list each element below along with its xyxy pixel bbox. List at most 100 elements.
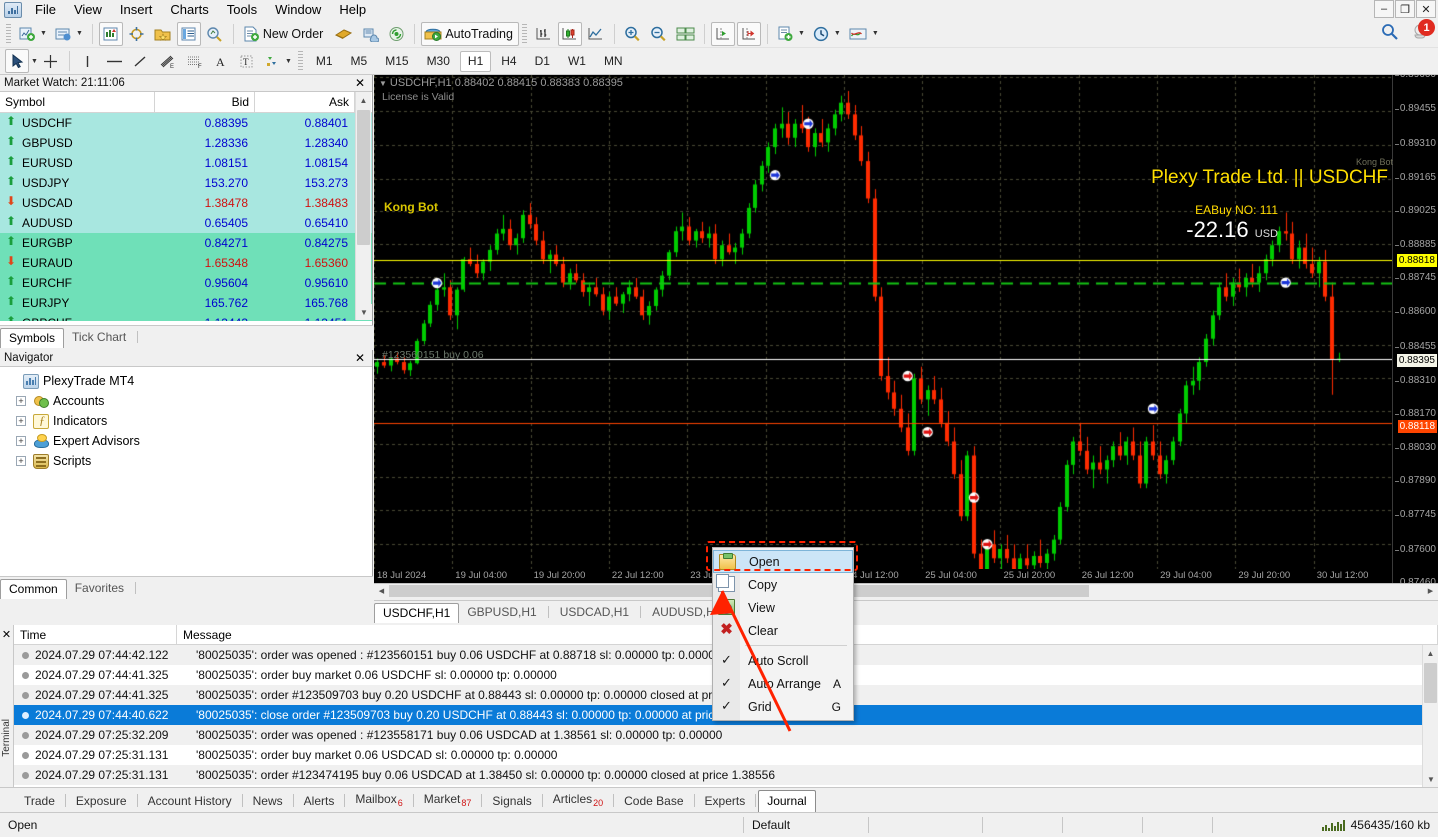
- terminal-tab-mailbox[interactable]: Mailbox6: [347, 789, 410, 812]
- menu-charts[interactable]: Charts: [161, 0, 217, 20]
- terminal-tab-articles[interactable]: Articles20: [545, 789, 611, 812]
- toolbar-grip[interactable]: [521, 23, 527, 44]
- candlestick-chart-button[interactable]: [557, 21, 582, 46]
- label-tool[interactable]: T: [235, 49, 259, 73]
- new-order-button[interactable]: New Order: [240, 22, 329, 46]
- tab-symbols[interactable]: Symbols: [0, 328, 65, 348]
- autotrading-button[interactable]: AutoTrading: [421, 21, 519, 46]
- market-watch-row[interactable]: EURCHF 0.95604 0.95610: [0, 273, 372, 293]
- tile-windows-button[interactable]: [673, 22, 698, 46]
- chart-shift-button[interactable]: [710, 21, 735, 46]
- text-tool[interactable]: A: [209, 49, 233, 73]
- terminal-tab-exposure[interactable]: Exposure: [68, 791, 135, 812]
- context-menu-item-auto-arrange[interactable]: ✓ Auto Arrange A: [713, 672, 853, 695]
- magnifier-icon[interactable]: [1380, 22, 1400, 42]
- navigator-root[interactable]: PlexyTrade MT4: [6, 371, 372, 391]
- journal-context-menu[interactable]: Open Copy View ✖ Clear ✓ Auto Scroll ✓ A…: [712, 547, 854, 721]
- journal-row[interactable]: 2024.07.29 07:25:31.131 '80025035': order…: [14, 745, 1422, 765]
- market-watch-button[interactable]: [98, 21, 123, 46]
- market-watch-scrollbar[interactable]: ▲ ▼: [355, 92, 372, 320]
- terminal-tab-account-history[interactable]: Account History: [140, 791, 240, 812]
- status-profile[interactable]: Default: [744, 817, 869, 833]
- journal-scrollbar[interactable]: ▲ ▼: [1422, 645, 1438, 787]
- close-icon[interactable]: ✕: [352, 351, 368, 365]
- chevron-down-icon[interactable]: ▼: [31, 58, 38, 65]
- terminal-tab-trade[interactable]: Trade: [16, 791, 63, 812]
- trendline-tool[interactable]: [129, 49, 153, 73]
- line-chart-button[interactable]: [584, 22, 608, 46]
- timeframe-m30[interactable]: M30: [419, 51, 458, 72]
- scrollbar-thumb[interactable]: [1424, 663, 1437, 703]
- terminal-tab-signals[interactable]: Signals: [484, 791, 539, 812]
- expander-icon[interactable]: +: [16, 396, 26, 406]
- data-window-button[interactable]: [125, 22, 149, 46]
- tab-favorites[interactable]: Favorites: [67, 579, 132, 598]
- market-watch-row[interactable]: AUDUSD 0.65405 0.65410: [0, 213, 372, 233]
- timeframe-h4[interactable]: H4: [493, 51, 524, 72]
- market-watch-row[interactable]: EURAUD 1.65348 1.65360: [0, 253, 372, 273]
- market-watch-row[interactable]: GBPUSD 1.28336 1.28340: [0, 133, 372, 153]
- chart-tab-usdcad[interactable]: USDCAD,H1: [552, 603, 637, 622]
- market-watch-row[interactable]: EURGBP 0.84271 0.84275: [0, 233, 372, 253]
- navigator-item-accounts[interactable]: + Accounts: [6, 391, 372, 411]
- zoom-in-button[interactable]: [621, 22, 645, 46]
- signals-button[interactable]: [384, 22, 408, 46]
- context-menu-item-view[interactable]: View: [713, 596, 853, 619]
- chevron-down-icon[interactable]: ▼: [379, 79, 387, 88]
- equidistant-channel-tool[interactable]: E: [155, 49, 180, 73]
- periods-button[interactable]: ▼: [810, 22, 844, 46]
- expander-icon[interactable]: +: [16, 456, 26, 466]
- scroll-up-icon[interactable]: ▲: [356, 92, 371, 108]
- cursor-tool[interactable]: [5, 49, 29, 73]
- scroll-left-icon[interactable]: ◀: [374, 584, 389, 598]
- timeframe-d1[interactable]: D1: [527, 51, 558, 72]
- menu-view[interactable]: View: [65, 0, 111, 20]
- market-watch-row[interactable]: GBPCHF 1.134431.13451: [0, 313, 372, 321]
- market-watch-row[interactable]: USDCHF 0.88395 0.88401: [0, 113, 372, 133]
- chart-price-axis[interactable]: 0.89600 0.89455 0.89310 0.89165 0.89025 0.888…: [1392, 75, 1438, 598]
- toolbar-grip[interactable]: [297, 51, 303, 71]
- menu-tools[interactable]: Tools: [218, 0, 266, 20]
- close-icon[interactable]: ✕: [0, 625, 13, 641]
- bar-chart-button[interactable]: [532, 22, 556, 46]
- terminal-tab-experts[interactable]: Experts: [697, 791, 754, 812]
- context-menu-item-open[interactable]: Open: [713, 550, 853, 573]
- navigator-button[interactable]: [151, 22, 175, 46]
- indicators-button[interactable]: ▼: [846, 22, 882, 46]
- menu-window[interactable]: Window: [266, 0, 330, 20]
- terminal-tab-market[interactable]: Market87: [416, 789, 480, 812]
- expander-icon[interactable]: +: [16, 436, 26, 446]
- menu-insert[interactable]: Insert: [111, 0, 162, 20]
- terminal-button[interactable]: [176, 21, 201, 46]
- tab-tick-chart[interactable]: Tick Chart: [64, 328, 134, 347]
- terminal-tab-journal[interactable]: Journal: [758, 790, 816, 813]
- menu-file[interactable]: File: [26, 0, 65, 20]
- journal-row[interactable]: 2024.07.29 07:25:31.131 '80025035': order…: [14, 765, 1422, 785]
- navigator-item-indicators[interactable]: + Indicators: [6, 411, 372, 431]
- context-menu-item-copy[interactable]: Copy: [713, 573, 853, 596]
- timeframe-mn[interactable]: MN: [596, 51, 631, 72]
- terminal-tab-alerts[interactable]: Alerts: [296, 791, 343, 812]
- navigator-item-expert-advisors[interactable]: + Expert Advisors: [6, 431, 372, 451]
- timeframe-w1[interactable]: W1: [560, 51, 594, 72]
- terminal-tab-code-base[interactable]: Code Base: [616, 791, 691, 812]
- timeframe-m15[interactable]: M15: [377, 51, 416, 72]
- close-button[interactable]: ✕: [1416, 0, 1436, 18]
- restore-button[interactable]: ❐: [1395, 0, 1415, 18]
- timeframe-m1[interactable]: M1: [308, 51, 341, 72]
- price-chart-canvas[interactable]: [374, 75, 1392, 583]
- chart-horizontal-scrollbar[interactable]: ◀ ▶: [374, 583, 1438, 598]
- menu-help[interactable]: Help: [330, 0, 375, 20]
- minimize-button[interactable]: –: [1374, 0, 1394, 18]
- auto-scroll-button[interactable]: [736, 21, 761, 46]
- zoom-out-button[interactable]: [647, 22, 671, 46]
- profiles-button[interactable]: ▼: [52, 22, 86, 46]
- scroll-right-icon[interactable]: ▶: [1423, 584, 1438, 598]
- column-header-bid[interactable]: Bid: [155, 92, 255, 112]
- close-icon[interactable]: ✕: [352, 76, 368, 90]
- context-menu-item-grid[interactable]: ✓ Grid G: [713, 695, 853, 718]
- column-header-ask[interactable]: Ask: [255, 92, 355, 112]
- mql5-community-button[interactable]: [358, 22, 382, 46]
- timeframe-h1[interactable]: H1: [459, 50, 492, 72]
- metaeditor-button[interactable]: [331, 22, 356, 46]
